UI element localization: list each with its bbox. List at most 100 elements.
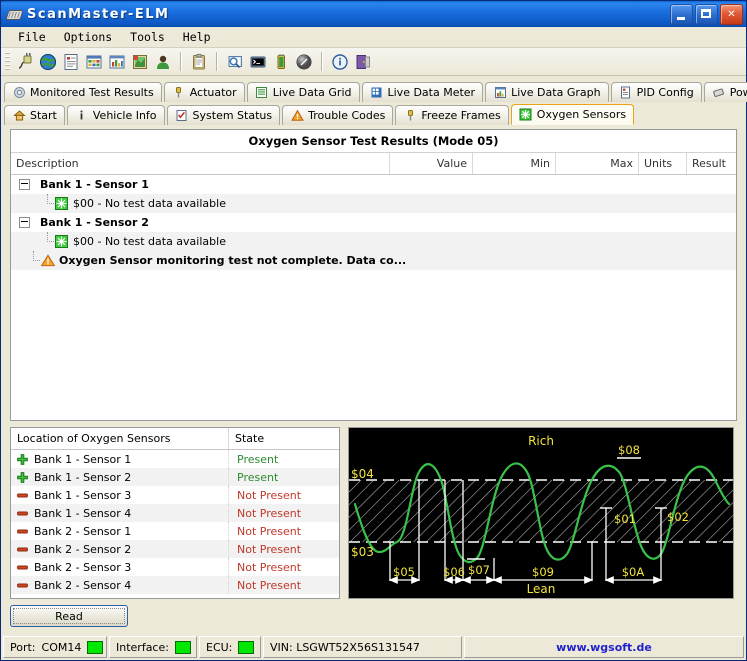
o2-icon bbox=[55, 197, 68, 210]
port-label: Port: bbox=[10, 640, 36, 654]
column-header-units[interactable]: Units bbox=[639, 153, 687, 174]
sensor-name: Bank 2 - Sensor 4 bbox=[34, 578, 132, 592]
tab-live-data-grid[interactable]: Live Data Grid bbox=[246, 82, 360, 102]
tab-label: Trouble Codes bbox=[308, 109, 386, 122]
table-row[interactable]: $00 - No test data available bbox=[11, 232, 736, 251]
interface-label: Interface: bbox=[116, 640, 169, 654]
table-row[interactable]: Bank 1 - Sensor 2 bbox=[11, 213, 736, 232]
search-monitor-icon[interactable] bbox=[224, 51, 246, 73]
bottom-area: Location of Oxygen Sensors State Bank 1 … bbox=[10, 427, 737, 599]
menu-item-tools[interactable]: Tools bbox=[121, 28, 174, 46]
info-icon bbox=[75, 109, 89, 123]
menu-item-file[interactable]: File bbox=[9, 28, 55, 46]
tab-oxygen-sensors[interactable]: Oxygen Sensors bbox=[510, 104, 635, 125]
tab-label: Oxygen Sensors bbox=[536, 108, 627, 121]
tab-monitored-test-results[interactable]: Monitored Test Results bbox=[4, 82, 162, 102]
tab-vehicle-info[interactable]: Vehicle Info bbox=[66, 105, 165, 125]
svg-text:Lean: Lean bbox=[527, 582, 556, 596]
column-header-max[interactable]: Max bbox=[556, 153, 639, 174]
ecu-label: ECU: bbox=[206, 640, 233, 654]
plus-icon bbox=[17, 453, 28, 465]
terminal-icon[interactable] bbox=[247, 51, 269, 73]
status-vin: VIN: LSGWT52X56S131547 bbox=[263, 636, 462, 658]
tree-connector bbox=[27, 251, 41, 270]
bar-chart-icon[interactable] bbox=[106, 51, 128, 73]
row-label: $00 - No test data available bbox=[73, 197, 226, 210]
tab-live-data-graph[interactable]: Live Data Graph bbox=[485, 82, 609, 102]
tab-start[interactable]: Start bbox=[4, 105, 65, 125]
svg-text:$05: $05 bbox=[393, 565, 415, 579]
checklist-icon bbox=[175, 109, 189, 123]
toolbar-separator bbox=[321, 52, 323, 71]
column-header-min[interactable]: Min bbox=[473, 153, 556, 174]
list-item[interactable]: Bank 1 - Sensor 1 Present bbox=[11, 450, 339, 468]
menu-item-help[interactable]: Help bbox=[174, 28, 220, 46]
maximize-button[interactable] bbox=[695, 4, 718, 25]
tab-freeze-frames[interactable]: Freeze Frames bbox=[395, 105, 509, 125]
list-item[interactable]: Bank 1 - Sensor 2 Present bbox=[11, 468, 339, 486]
column-header-state[interactable]: State bbox=[229, 428, 339, 449]
minus-icon bbox=[17, 526, 28, 537]
tab-label: Live Data Grid bbox=[272, 86, 352, 99]
status-interface: Interface: bbox=[109, 636, 197, 658]
status-port: Port: COM14 bbox=[3, 636, 107, 658]
minimize-button[interactable] bbox=[670, 4, 693, 25]
clipboard-icon[interactable] bbox=[188, 51, 210, 73]
tab-system-status[interactable]: System Status bbox=[166, 105, 281, 125]
grid-icon[interactable] bbox=[83, 51, 105, 73]
tab-actuator[interactable]: Actuator bbox=[163, 82, 245, 102]
menu-item-options[interactable]: Options bbox=[55, 28, 121, 46]
toolbar-separator bbox=[180, 52, 182, 71]
title-bar: ScanMaster-ELM ✕ bbox=[1, 1, 746, 27]
o2-icon bbox=[55, 235, 68, 248]
graph-image-icon[interactable] bbox=[129, 51, 151, 73]
tab-label: Live Data Meter bbox=[387, 86, 476, 99]
list-item[interactable]: Bank 2 - Sensor 3 Not Present bbox=[11, 558, 339, 576]
sensor-name: Bank 2 - Sensor 1 bbox=[34, 524, 132, 538]
tab-trouble-codes[interactable]: Trouble Codes bbox=[282, 105, 394, 125]
row-label: Oxygen Sensor monitoring test not comple… bbox=[59, 254, 407, 267]
tab-live-data-meter[interactable]: Live Data Meter bbox=[361, 82, 484, 102]
table-row[interactable]: $00 - No test data available bbox=[11, 194, 736, 213]
info-icon[interactable] bbox=[329, 51, 351, 73]
collapse-minus-icon[interactable] bbox=[19, 217, 30, 228]
column-header-value[interactable]: Value bbox=[390, 153, 473, 174]
toolbar-grip[interactable] bbox=[5, 51, 10, 72]
globe-icon[interactable] bbox=[37, 51, 59, 73]
gauge-icon[interactable] bbox=[293, 51, 315, 73]
exit-icon[interactable] bbox=[352, 51, 374, 73]
user-icon[interactable] bbox=[152, 51, 174, 73]
status-website-link[interactable]: www.wgsoft.de bbox=[464, 636, 744, 658]
read-button[interactable]: Read bbox=[10, 605, 128, 627]
connect-icon[interactable] bbox=[14, 51, 36, 73]
tab-pid-config[interactable]: PID Config bbox=[610, 82, 702, 102]
tab-power[interactable]: Power bbox=[703, 82, 747, 102]
svg-text:$0A: $0A bbox=[622, 565, 645, 579]
svg-text:$03: $03 bbox=[351, 545, 374, 559]
toolbar-separator bbox=[216, 52, 218, 71]
list-item[interactable]: Bank 2 - Sensor 4 Not Present bbox=[11, 576, 339, 594]
sensor-state: Not Present bbox=[237, 560, 302, 574]
report-icon[interactable] bbox=[60, 51, 82, 73]
table-row[interactable]: Oxygen Sensor monitoring test not comple… bbox=[11, 251, 736, 270]
sensor-state: Not Present bbox=[237, 506, 302, 520]
tab-label: Vehicle Info bbox=[92, 109, 157, 122]
list-item[interactable]: Bank 2 - Sensor 2 Not Present bbox=[11, 540, 339, 558]
list-item[interactable]: Bank 1 - Sensor 4 Not Present bbox=[11, 504, 339, 522]
battery-icon[interactable] bbox=[270, 51, 292, 73]
tab-label: Start bbox=[30, 109, 57, 122]
table-row[interactable]: Bank 1 - Sensor 1 bbox=[11, 175, 736, 194]
list-item[interactable]: Bank 2 - Sensor 1 Not Present bbox=[11, 522, 339, 540]
results-tree[interactable]: Bank 1 - Sensor 1 $00 - No test data ava… bbox=[11, 175, 736, 420]
column-header-result[interactable]: Result bbox=[687, 153, 736, 174]
row-label: Bank 1 - Sensor 2 bbox=[40, 216, 149, 229]
oxygen-sensor-waveform-diagram: Rich Lean $04 $03 $05 $06 $07 $09 $0A $0… bbox=[348, 427, 734, 599]
collapse-minus-icon[interactable] bbox=[19, 179, 30, 190]
results-column-header: Description Value Min Max Units Result bbox=[11, 153, 736, 175]
column-header-location[interactable]: Location of Oxygen Sensors bbox=[11, 428, 229, 449]
column-header-description[interactable]: Description bbox=[11, 153, 390, 174]
sensor-name: Bank 2 - Sensor 3 bbox=[34, 560, 132, 574]
list-item[interactable]: Bank 1 - Sensor 3 Not Present bbox=[11, 486, 339, 504]
close-button[interactable]: ✕ bbox=[720, 4, 743, 25]
minus-icon bbox=[17, 490, 28, 501]
